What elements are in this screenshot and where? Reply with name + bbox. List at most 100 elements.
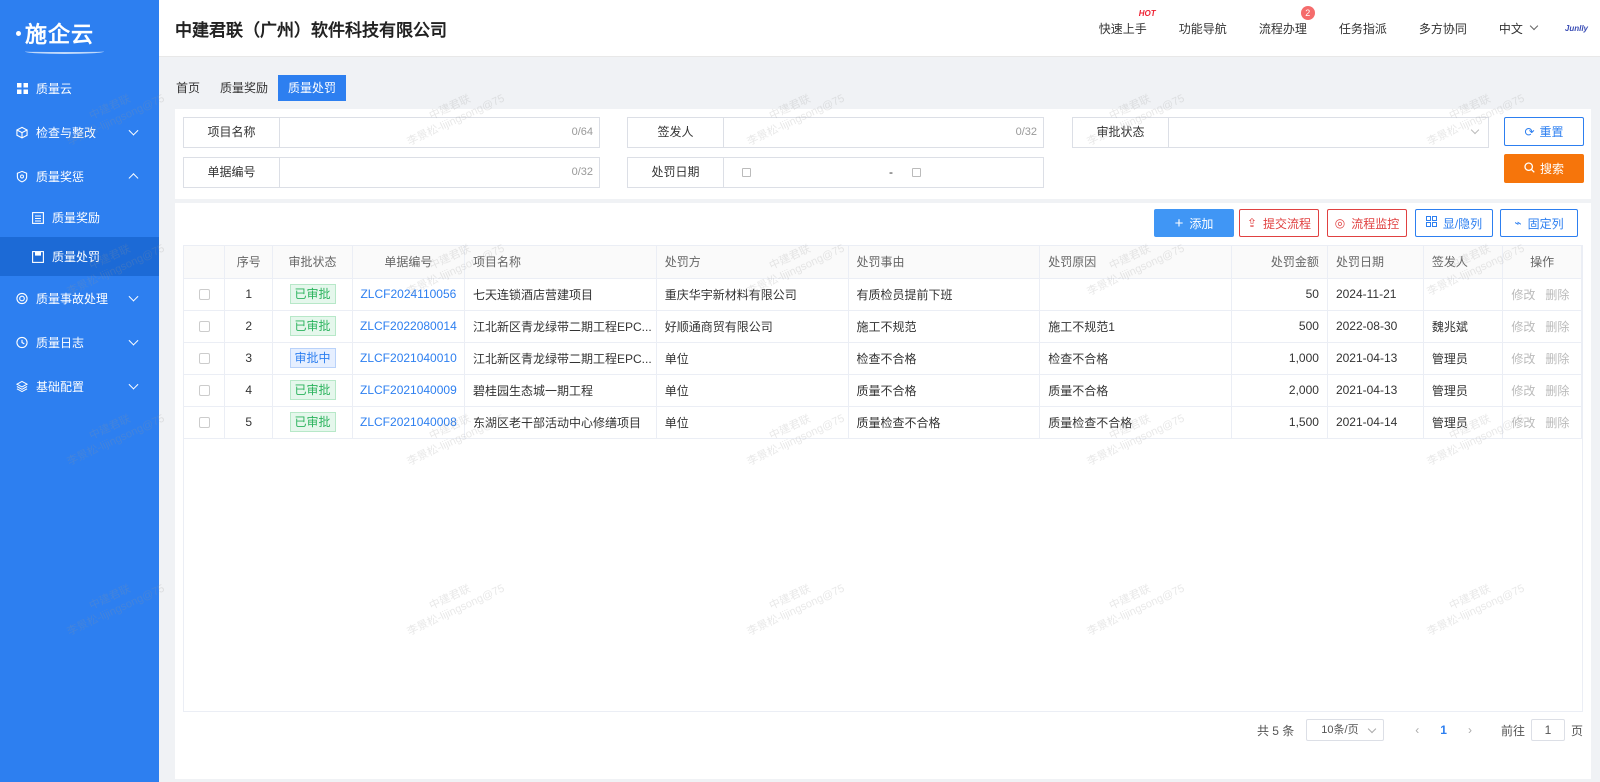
menu-label: 质量日志	[36, 335, 85, 350]
top-header: 中建君联（广州）软件科技有限公司 快速上手 HOT 功能导航 流程办理 2 任务…	[159, 0, 1600, 57]
menu-item-inspection[interactable]: 检查与整改	[0, 110, 159, 154]
list-icon	[32, 211, 44, 224]
column-header: 审批状态	[272, 246, 353, 279]
project-name-input[interactable]: 0/64	[280, 118, 599, 147]
row-checkbox[interactable]	[198, 353, 210, 365]
row-checkbox[interactable]	[198, 289, 210, 301]
menu-item-quality-cloud[interactable]: 质量云	[0, 66, 159, 110]
chevron-down-icon	[1470, 125, 1480, 135]
table-row[interactable]: 1 已审批 ZLCF2024110056 七天连锁酒店营建项目 重庆华宇新材料有限公司有…	[184, 278, 1582, 311]
doc-no-link[interactable]: ZLCF2021040009	[360, 383, 457, 397]
nav-quick-start[interactable]: 快速上手 HOT	[1099, 9, 1156, 37]
logo[interactable]: 施企云	[0, 0, 159, 66]
submit-flow-button[interactable]: ⇪ 提交流程	[1239, 209, 1319, 237]
tab-home[interactable]: 首页	[166, 75, 210, 101]
tab-quality-reward[interactable]: 质量奖励	[210, 75, 278, 101]
column-header: 处罚日期	[1327, 246, 1424, 279]
flow-monitor-button[interactable]: ◎ 流程监控	[1327, 209, 1407, 237]
cell-issuer: 管理员	[1423, 406, 1504, 439]
cell-actions: 修改 删除	[1502, 342, 1582, 375]
layers-icon	[16, 380, 28, 392]
submenu-item-quality-penalty[interactable]: 质量处罚	[0, 237, 159, 276]
cell-actions: 修改 删除	[1502, 278, 1582, 311]
nav-collaboration[interactable]: 多方协同	[1419, 20, 1467, 37]
goto-page-input[interactable]: 1	[1530, 719, 1565, 741]
delete-link[interactable]: 删除	[1545, 384, 1569, 398]
chevron-up-icon	[128, 173, 139, 184]
button-label: 提交流程	[1263, 216, 1312, 231]
cell-date: 2021-04-13	[1327, 342, 1424, 375]
cell-status: 已审批	[272, 278, 353, 311]
table-row[interactable]: 2 已审批 ZLCF2022080014 江北新区青龙绿带二期工程EPC... 好顺通商…	[184, 310, 1582, 343]
doc-no-link[interactable]: ZLCF2022080014	[360, 319, 457, 333]
edit-link[interactable]: 修改	[1511, 288, 1535, 302]
nav-feature-guide[interactable]: 功能导航	[1179, 20, 1227, 37]
doc-no-input[interactable]: 0/32	[280, 158, 599, 187]
language-select[interactable]: 中文	[1499, 20, 1539, 37]
page-size-select[interactable]: 10条/页	[1306, 719, 1385, 741]
menu-label: 质量事故处理	[36, 291, 109, 306]
cell-cause: 质量检查不合格	[1039, 406, 1233, 439]
reset-button[interactable]: ⟳ 重置	[1504, 117, 1584, 146]
delete-link[interactable]: 删除	[1545, 416, 1569, 430]
edit-link[interactable]: 修改	[1511, 384, 1535, 398]
menu-item-basic-config[interactable]: 基础配置	[0, 364, 159, 408]
cell-date: 2021-04-14	[1327, 406, 1424, 439]
penalty-date-range[interactable]: -	[724, 158, 1043, 187]
delete-link[interactable]: 删除	[1545, 320, 1569, 334]
approval-status-select[interactable]	[1169, 118, 1488, 147]
cell-project: 七天连锁酒店营建项目	[464, 278, 657, 311]
goto-label: 前往	[1500, 723, 1525, 738]
submenu-item-quality-reward[interactable]: 质量奖励	[0, 198, 159, 237]
column-header: 处罚金额	[1231, 246, 1328, 279]
table-row[interactable]: 4 已审批 ZLCF2021040009 碧桂园生态城一期工程 单位 质量不合格 质量不合格…	[184, 374, 1582, 407]
field-label: 项目名称	[184, 118, 280, 147]
table-header-row: 序号 审批状态 单据编号 项目名称 处罚方 处罚事由 处罚原因 处罚金额 处罚日…	[184, 246, 1582, 279]
grid-icon	[1425, 216, 1437, 230]
nav-process[interactable]: 流程办理 2	[1259, 5, 1315, 37]
cell-doc-no: ZLCF2021040010	[352, 342, 466, 375]
search-panel: 项目名称 0/64 签发人 0/32 审批状态 单据编号 0/32 处罚日期 -…	[175, 109, 1591, 199]
doc-no-link[interactable]: ZLCF2021040010	[360, 351, 457, 365]
search-button[interactable]: 搜索	[1504, 154, 1584, 183]
calendar-icon	[912, 168, 921, 177]
calendar-icon	[16, 336, 28, 348]
add-button[interactable]: + 添加	[1154, 209, 1234, 237]
nav-task-assign[interactable]: 任务指派	[1339, 20, 1387, 37]
table-row[interactable]: 5 已审批 ZLCF2021040008 东湖区老干部活动中心修缮项目 单位 质量检查不合…	[184, 406, 1582, 439]
row-checkbox[interactable]	[198, 385, 210, 397]
column-header: 项目名称	[464, 246, 657, 279]
edit-link[interactable]: 修改	[1511, 416, 1535, 430]
cell-date: 2022-08-30	[1327, 310, 1424, 343]
button-label: 重置	[1539, 125, 1564, 139]
next-page-icon[interactable]: ›	[1468, 723, 1472, 737]
date-separator: -	[889, 165, 893, 179]
button-label: 显/隐列	[1442, 216, 1483, 231]
cell-actions: 修改 删除	[1502, 406, 1582, 439]
chevron-down-icon	[128, 125, 139, 136]
delete-link[interactable]: 删除	[1545, 288, 1569, 302]
show-hide-columns-button[interactable]: 显/隐列	[1415, 209, 1493, 237]
fixed-columns-button[interactable]: ⌁ 固定列	[1500, 209, 1578, 237]
cell-project: 江北新区青龙绿带二期工程EPC...	[464, 342, 657, 375]
menu-item-accident[interactable]: 质量事故处理	[0, 276, 159, 320]
menu-item-quality-log[interactable]: 质量日志	[0, 320, 159, 364]
edit-link[interactable]: 修改	[1511, 320, 1535, 334]
row-checkbox[interactable]	[198, 417, 210, 429]
field-label: 处罚日期	[628, 158, 724, 187]
delete-link[interactable]: 删除	[1545, 352, 1569, 366]
cell-party: 单位	[656, 342, 849, 375]
doc-no-link[interactable]: ZLCF2024110056	[360, 287, 456, 301]
page-number[interactable]: 1	[1440, 723, 1447, 737]
tab-quality-penalty[interactable]: 质量处罚	[278, 75, 347, 101]
cell-issuer: 魏兆斌	[1423, 310, 1504, 343]
issuer-input[interactable]: 0/32	[724, 118, 1043, 147]
row-checkbox[interactable]	[198, 321, 210, 333]
table-row[interactable]: 3 审批中 ZLCF2021040010 江北新区青龙绿带二期工程EPC... 单位 检查…	[184, 342, 1582, 375]
cell-cause: 质量不合格	[1039, 374, 1233, 407]
doc-no-link[interactable]: ZLCF2021040008	[360, 415, 457, 429]
prev-page-icon[interactable]: ‹	[1415, 723, 1419, 737]
menu-item-reward-penalty[interactable]: 质量奖惩	[0, 154, 159, 198]
grid-icon	[16, 82, 28, 94]
edit-link[interactable]: 修改	[1511, 352, 1535, 366]
